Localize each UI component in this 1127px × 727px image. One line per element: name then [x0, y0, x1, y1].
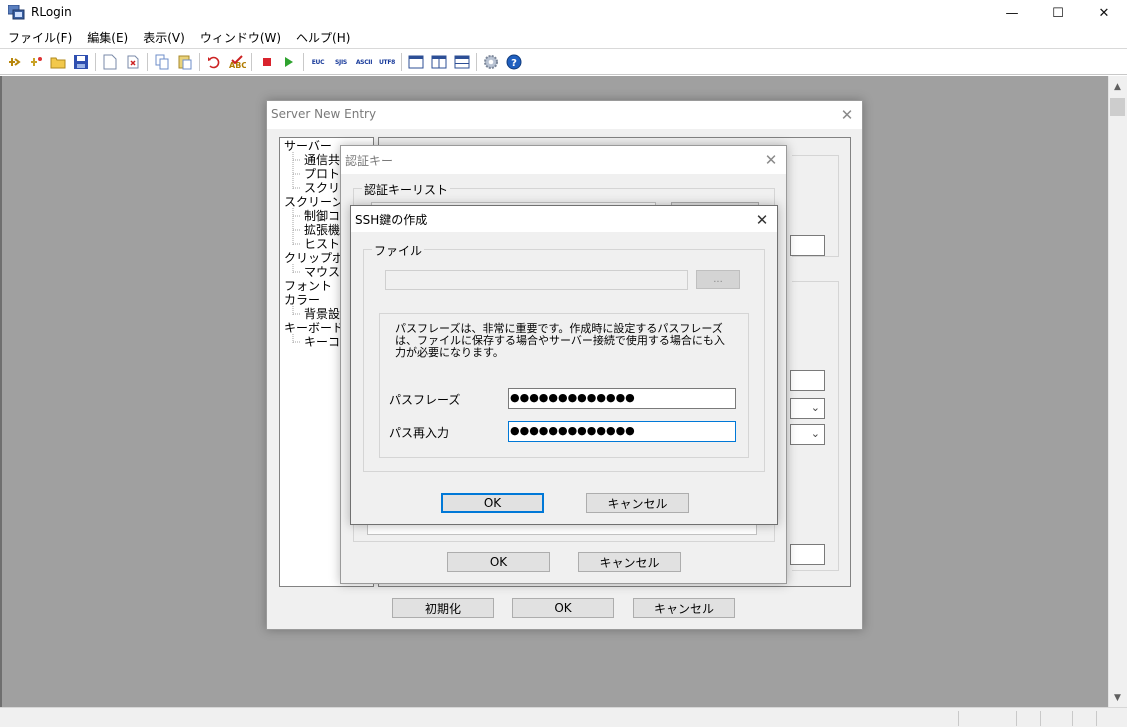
svg-text:?: ? [511, 58, 517, 69]
close-icon[interactable]: ✕ [756, 146, 786, 174]
undo-icon[interactable] [205, 53, 223, 71]
tree-item[interactable]: サーバー [284, 139, 332, 153]
ascii-button[interactable]: ASCII [355, 53, 373, 71]
file-path-input[interactable] [385, 270, 688, 290]
status-pane [1096, 711, 1097, 726]
connect-icon[interactable] [5, 53, 23, 71]
minimize-button[interactable]: — [989, 0, 1035, 26]
ok-button[interactable]: OK [441, 493, 544, 513]
settings-gear-icon[interactable] [482, 53, 500, 71]
open-folder-icon[interactable] [49, 53, 67, 71]
panel-combo[interactable]: ⌄ [790, 398, 825, 419]
tree-item[interactable]: カラー [284, 293, 320, 307]
passphrase-label: パスフレーズ [389, 393, 461, 407]
minimize-icon: — [1005, 5, 1019, 21]
menu-bar: ファイル(F) 編集(E) 表示(V) ウィンドウ(W) ヘルプ(H) [0, 26, 1127, 48]
chevron-down-icon: ⌄ [810, 401, 820, 414]
disconnect-icon[interactable] [27, 53, 45, 71]
window-title: RLogin [31, 5, 72, 19]
save-icon[interactable] [72, 53, 90, 71]
vertical-scrollbar[interactable] [1108, 76, 1127, 707]
panel-input[interactable] [790, 370, 825, 391]
scroll-up-icon[interactable]: ▲ [1108, 78, 1127, 95]
panel-input[interactable] [790, 544, 825, 565]
reenter-label: パス再入力 [389, 426, 450, 440]
close-window-button[interactable]: ✕ [1081, 0, 1127, 26]
status-pane [958, 711, 959, 726]
panel-input[interactable] [790, 235, 825, 256]
group-label: 認証キーリスト [362, 181, 451, 198]
close-icon: ✕ [1098, 5, 1110, 21]
browse-button[interactable]: ... [696, 270, 740, 289]
toolbar-separator [199, 53, 200, 71]
ok-button[interactable]: OK [447, 552, 550, 572]
menu-help[interactable]: ヘルプ(H) [288, 29, 357, 46]
svg-text:ABC: ABC [229, 61, 246, 70]
cancel-button[interactable]: キャンセル [586, 493, 689, 513]
new-document-icon[interactable] [101, 53, 119, 71]
toolbar-separator [95, 53, 96, 71]
dialog-title-bar[interactable]: Server New Entry ✕ [267, 101, 862, 129]
tree-item[interactable]: 背景設 [304, 307, 340, 321]
tree-item[interactable]: スクリーン [284, 195, 343, 209]
toolbar-separator [251, 53, 252, 71]
split-horizontal-icon[interactable] [453, 53, 471, 71]
ok-button[interactable]: OK [512, 598, 614, 618]
dialog-title: Server New Entry [271, 107, 377, 121]
chevron-down-icon: ⌄ [810, 427, 820, 440]
tree-item[interactable]: キーボード [284, 321, 344, 335]
status-pane [1072, 711, 1073, 726]
play-icon[interactable] [280, 53, 298, 71]
status-bar [0, 707, 1127, 727]
reset-button[interactable]: 初期化 [392, 598, 494, 618]
passphrase-description: パスフレーズは、非常に重要です。作成時に設定するパスフレーズは、ファイルに保存す… [395, 322, 725, 359]
stop-icon[interactable] [258, 53, 276, 71]
menu-edit[interactable]: 編集(E) [79, 29, 135, 46]
toolbar-separator [401, 53, 402, 71]
sjis-button[interactable]: SJIS [332, 53, 350, 71]
paste-icon[interactable] [176, 53, 194, 71]
menu-window[interactable]: ウィンドウ(W) [192, 29, 288, 46]
utf8-button[interactable]: UTF8 [378, 53, 396, 71]
split-vertical-icon[interactable] [430, 53, 448, 71]
close-icon[interactable]: ✕ [832, 101, 862, 129]
tree-item[interactable]: 制御コ [304, 209, 340, 223]
dialog-title: 認証キー [345, 154, 394, 168]
dialog-title-bar[interactable]: 認証キー ✕ [341, 146, 786, 174]
close-icon[interactable]: ✕ [747, 206, 777, 234]
reenter-passphrase-input[interactable]: ●●●●●●●●●●●●● [508, 421, 736, 442]
app-icon [8, 5, 25, 20]
ssh-key-create-dialog: SSH鍵の作成 ✕ ファイル ... パスフレーズは、非常に重要です。作成時に設… [350, 205, 778, 525]
title-bar[interactable]: RLogin — ☐ ✕ [0, 0, 1127, 26]
toolbar-separator [147, 53, 148, 71]
dialog-title-bar[interactable]: SSH鍵の作成 ✕ [351, 206, 777, 232]
maximize-icon: ☐ [1052, 5, 1064, 21]
status-pane [1016, 711, 1017, 726]
scroll-down-icon[interactable]: ▼ [1108, 689, 1127, 706]
maximize-button[interactable]: ☐ [1035, 0, 1081, 26]
menu-view[interactable]: 表示(V) [135, 29, 192, 46]
tree-item[interactable]: 拡張機 [304, 223, 340, 237]
menu-file[interactable]: ファイル(F) [0, 29, 79, 46]
tree-item[interactable]: 通信共 [304, 153, 340, 167]
dialog-title: SSH鍵の作成 [355, 213, 428, 227]
client-edge [0, 76, 2, 707]
scroll-thumb[interactable] [1110, 98, 1125, 116]
tree-item[interactable]: フォント [284, 279, 332, 293]
group-label: ファイル [372, 242, 425, 259]
copy-icon[interactable] [153, 53, 171, 71]
panel-combo[interactable]: ⌄ [790, 424, 825, 445]
euc-button[interactable]: EUC [309, 53, 327, 71]
script-icon[interactable] [124, 53, 142, 71]
toolbar-separator [303, 53, 304, 71]
status-pane [1040, 711, 1041, 726]
passphrase-input[interactable]: ●●●●●●●●●●●●● [508, 388, 736, 409]
cancel-button[interactable]: キャンセル [633, 598, 735, 618]
toolbar: ABC EUC SJIS ASCII UTF8 ? [0, 49, 1127, 75]
spell-check-icon[interactable]: ABC [228, 53, 246, 71]
help-icon[interactable]: ? [505, 53, 523, 71]
toolbar-separator [476, 53, 477, 71]
single-pane-icon[interactable] [407, 53, 425, 71]
cancel-button[interactable]: キャンセル [578, 552, 681, 572]
